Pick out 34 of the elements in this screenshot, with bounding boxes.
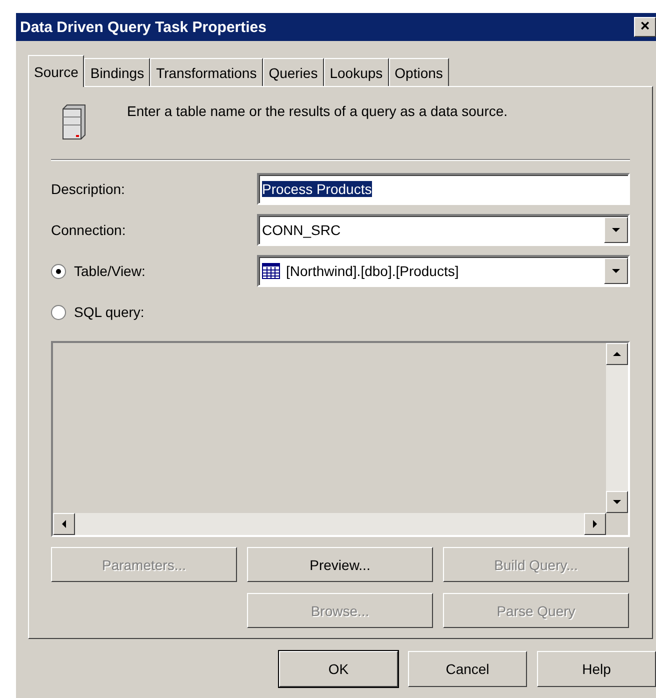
radio-button[interactable] <box>51 264 66 278</box>
down-arrow-icon <box>613 498 621 506</box>
radio-label: SQL query: <box>74 304 144 320</box>
close-button[interactable]: × <box>634 17 656 37</box>
right-arrow-icon <box>591 520 599 528</box>
tab[interactable]: Options <box>388 58 449 86</box>
intro-text: Enter a table name or the results of a query as a data source. <box>127 103 508 121</box>
radio-label: Table/View: <box>74 263 146 279</box>
window-title: Data Driven Query Task Properties <box>20 18 266 36</box>
tab[interactable]: Bindings <box>84 58 150 86</box>
dialog-button[interactable]: Cancel <box>408 651 527 687</box>
connection-dropdown[interactable]: CONN_SRC <box>257 214 630 246</box>
query-button[interactable]: Preview... <box>247 547 433 582</box>
tab[interactable]: Queries <box>262 58 324 86</box>
radio-button[interactable] <box>51 304 66 320</box>
dialog-button[interactable]: OK <box>279 651 398 687</box>
vertical-scrollbar[interactable] <box>606 343 628 513</box>
tab[interactable]: Transformations <box>150 58 263 86</box>
caret-icon <box>612 267 620 275</box>
description-field[interactable]: Process Products <box>257 173 630 205</box>
table-dropdown[interactable]: [Northwind].[dbo].[Products] <box>257 255 630 287</box>
tab[interactable]: Lookups <box>324 58 389 86</box>
left-arrow-icon <box>60 520 68 528</box>
horizontal-scrollbar[interactable] <box>53 513 606 535</box>
tab[interactable]: Source <box>28 55 84 87</box>
field-label: Connection: <box>51 222 127 238</box>
up-arrow-icon <box>613 350 621 358</box>
dialog-button[interactable]: Help <box>537 651 656 687</box>
field-label: Description: <box>51 181 126 197</box>
caret-icon <box>612 226 620 234</box>
dropdown-button[interactable] <box>604 258 628 284</box>
server-icon <box>61 103 87 141</box>
dropdown-button[interactable] <box>604 217 628 243</box>
table-icon <box>262 263 280 279</box>
